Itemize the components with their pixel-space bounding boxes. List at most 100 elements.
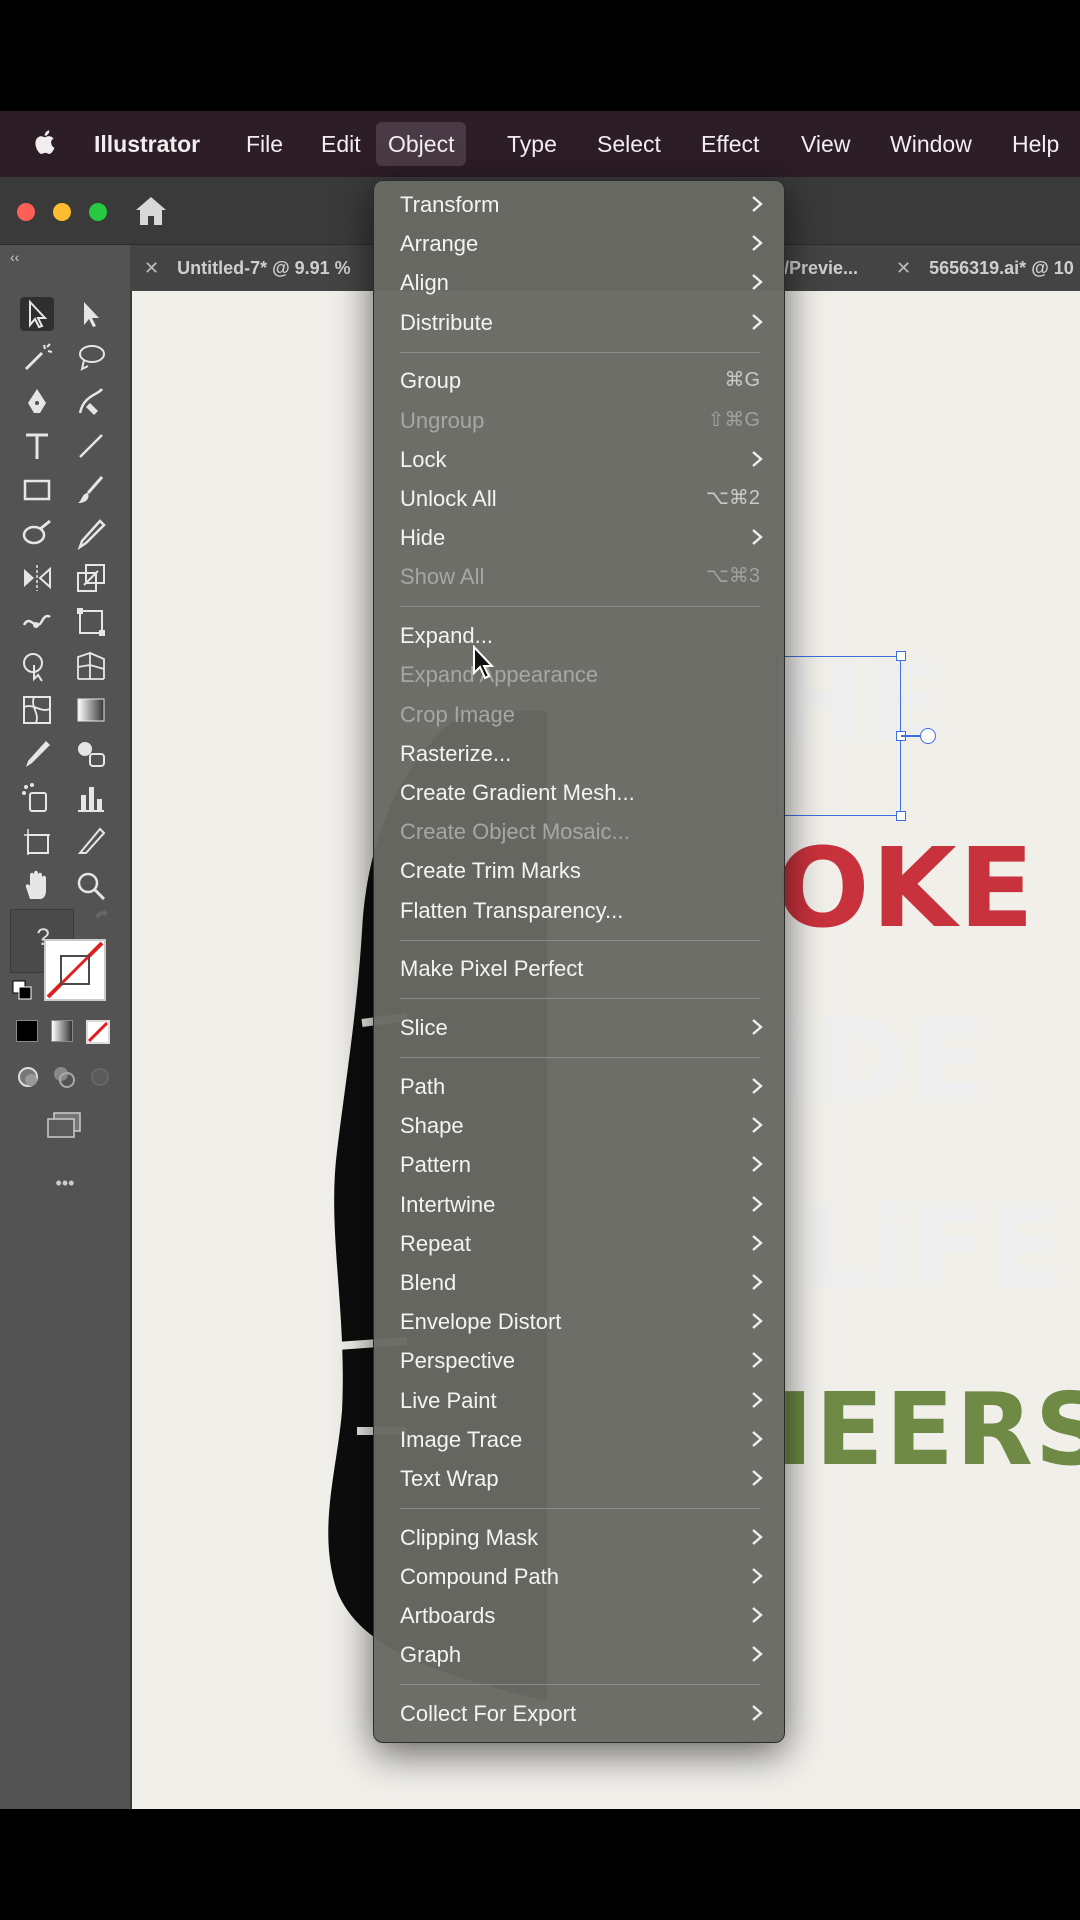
menu-item-transform[interactable]: Transform bbox=[374, 185, 784, 224]
menu-item-clipping-mask[interactable]: Clipping Mask bbox=[374, 1518, 784, 1557]
minimize-window-button[interactable] bbox=[53, 203, 71, 221]
menu-item-align[interactable]: Align bbox=[374, 263, 784, 302]
submenu-chevron-icon bbox=[752, 1568, 763, 1584]
menu-item-lock[interactable]: Lock bbox=[374, 440, 784, 479]
selection-handle[interactable] bbox=[896, 651, 906, 661]
hand-tool-icon[interactable] bbox=[20, 869, 54, 903]
shape-builder-tool-icon[interactable] bbox=[20, 649, 54, 683]
menu-item-label: Slice bbox=[400, 1015, 448, 1041]
selection-tool-icon[interactable] bbox=[20, 297, 54, 331]
menu-file[interactable]: File bbox=[234, 111, 295, 177]
document-tab[interactable]: /Previe... bbox=[784, 245, 858, 291]
menu-item-expand[interactable]: Expand... bbox=[374, 616, 784, 655]
menu-separator bbox=[400, 1057, 760, 1059]
menu-item-live-paint[interactable]: Live Paint bbox=[374, 1381, 784, 1420]
selection-handle[interactable] bbox=[896, 811, 906, 821]
zoom-tool-icon[interactable] bbox=[74, 869, 108, 903]
menu-view[interactable]: View bbox=[789, 111, 862, 177]
apple-icon[interactable] bbox=[34, 127, 58, 157]
magic-wand-tool-icon[interactable] bbox=[20, 341, 54, 375]
menu-item-distribute[interactable]: Distribute bbox=[374, 303, 784, 342]
menu-item-blend[interactable]: Blend bbox=[374, 1263, 784, 1302]
menu-item-group[interactable]: Group ⌘G bbox=[374, 361, 784, 400]
menu-item-create-gradient-mesh[interactable]: Create Gradient Mesh... bbox=[374, 773, 784, 812]
blend-tool-icon[interactable] bbox=[74, 737, 108, 771]
menu-help[interactable]: Help bbox=[1000, 111, 1071, 177]
screen-mode-icon[interactable] bbox=[44, 1111, 84, 1139]
menu-item-slice[interactable]: Slice bbox=[374, 1008, 784, 1047]
collapse-panel-icon[interactable]: ‹‹ bbox=[10, 249, 19, 265]
eyedropper-tool-icon[interactable] bbox=[74, 517, 108, 551]
menu-window[interactable]: Window bbox=[878, 111, 984, 177]
scale-tool-icon[interactable] bbox=[74, 561, 108, 595]
home-icon[interactable] bbox=[134, 195, 168, 227]
direct-selection-tool-icon[interactable] bbox=[74, 297, 108, 331]
eyedropper-sample-tool-icon[interactable] bbox=[20, 737, 54, 771]
menu-item-make-pixel-perfect[interactable]: Make Pixel Perfect bbox=[374, 949, 784, 988]
menu-item-path[interactable]: Path bbox=[374, 1067, 784, 1106]
reflect-tool-icon[interactable] bbox=[20, 561, 54, 595]
menu-item-rasterize[interactable]: Rasterize... bbox=[374, 734, 784, 773]
close-tab-icon[interactable]: ✕ bbox=[896, 258, 911, 278]
menu-item-text-wrap[interactable]: Text Wrap bbox=[374, 1459, 784, 1498]
menu-item-repeat[interactable]: Repeat bbox=[374, 1224, 784, 1263]
free-transform-tool-icon[interactable] bbox=[74, 605, 108, 639]
artboard-tool-icon[interactable] bbox=[20, 825, 54, 859]
menu-item-perspective[interactable]: Perspective bbox=[374, 1341, 784, 1380]
menu-item-flatten-transparency[interactable]: Flatten Transparency... bbox=[374, 891, 784, 930]
paintbrush-tool-icon[interactable] bbox=[74, 473, 108, 507]
menu-item-label: Transform bbox=[400, 192, 500, 217]
rectangle-tool-icon[interactable] bbox=[20, 473, 54, 507]
zoom-window-button[interactable] bbox=[89, 203, 107, 221]
menu-item-arrange[interactable]: Arrange bbox=[374, 224, 784, 263]
perspective-grid-tool-icon[interactable] bbox=[74, 649, 108, 683]
rotate-handle[interactable] bbox=[920, 728, 936, 744]
close-tab-icon[interactable]: ✕ bbox=[144, 258, 159, 278]
lasso-tool-icon[interactable] bbox=[74, 341, 108, 375]
selection-bounding-box[interactable] bbox=[776, 656, 901, 816]
menu-item-unlock-all[interactable]: Unlock All ⌥⌘2 bbox=[374, 479, 784, 518]
line-tool-icon[interactable] bbox=[74, 429, 108, 463]
menu-item-create-trim-marks[interactable]: Create Trim Marks bbox=[374, 851, 784, 890]
menu-item-intertwine[interactable]: Intertwine bbox=[374, 1185, 784, 1224]
menu-object[interactable]: Object bbox=[376, 122, 467, 166]
menu-select[interactable]: Select bbox=[585, 111, 673, 177]
menu-item-artboards[interactable]: Artboards bbox=[374, 1596, 784, 1635]
curvature-tool-icon[interactable] bbox=[74, 385, 108, 419]
width-tool-icon[interactable] bbox=[20, 605, 54, 639]
swap-fill-stroke-icon[interactable] bbox=[94, 909, 110, 925]
menu-item-graph[interactable]: Graph bbox=[374, 1635, 784, 1674]
menu-item-hide[interactable]: Hide bbox=[374, 518, 784, 557]
submenu-chevron-icon bbox=[752, 1528, 763, 1545]
draw-inside-icon[interactable] bbox=[88, 1065, 112, 1089]
more-tools-icon[interactable]: ••• bbox=[0, 1173, 130, 1194]
gradient-button[interactable] bbox=[51, 1020, 73, 1042]
menu-type[interactable]: Type bbox=[495, 111, 569, 177]
close-window-button[interactable] bbox=[17, 203, 35, 221]
menu-item-pattern[interactable]: Pattern bbox=[374, 1145, 784, 1184]
symbol-sprayer-tool-icon[interactable] bbox=[20, 781, 54, 815]
none-button[interactable] bbox=[86, 1020, 110, 1044]
menu-item-shape[interactable]: Shape bbox=[374, 1106, 784, 1145]
draw-normal-icon[interactable] bbox=[16, 1065, 40, 1089]
stroke-swatch[interactable] bbox=[44, 939, 106, 1001]
pen-tool-icon[interactable] bbox=[20, 385, 54, 419]
gradient-tool-icon[interactable] bbox=[74, 693, 108, 727]
color-button[interactable] bbox=[16, 1020, 38, 1042]
column-graph-tool-icon[interactable] bbox=[74, 781, 108, 815]
menu-item-envelope-distort[interactable]: Envelope Distort bbox=[374, 1302, 784, 1341]
default-fill-stroke-icon[interactable] bbox=[12, 980, 32, 1000]
type-tool-icon[interactable] bbox=[20, 429, 54, 463]
menu-item-collect-for-export[interactable]: Collect For Export bbox=[374, 1694, 784, 1733]
menu-item-image-trace[interactable]: Image Trace bbox=[374, 1420, 784, 1459]
menu-app-name[interactable]: Illustrator bbox=[82, 111, 212, 177]
shaper-tool-icon[interactable] bbox=[20, 517, 54, 551]
menu-item-compound-path[interactable]: Compound Path bbox=[374, 1557, 784, 1596]
mesh-tool-icon[interactable] bbox=[20, 693, 54, 727]
menu-edit[interactable]: Edit bbox=[309, 111, 373, 177]
draw-behind-icon[interactable] bbox=[52, 1065, 76, 1089]
document-tab[interactable]: ✕ 5656319.ai* @ 10 bbox=[896, 245, 1074, 291]
slice-tool-icon[interactable] bbox=[74, 825, 108, 859]
document-tab[interactable]: ✕ Untitled-7* @ 9.91 % bbox=[144, 245, 351, 291]
menu-effect[interactable]: Effect bbox=[689, 111, 771, 177]
